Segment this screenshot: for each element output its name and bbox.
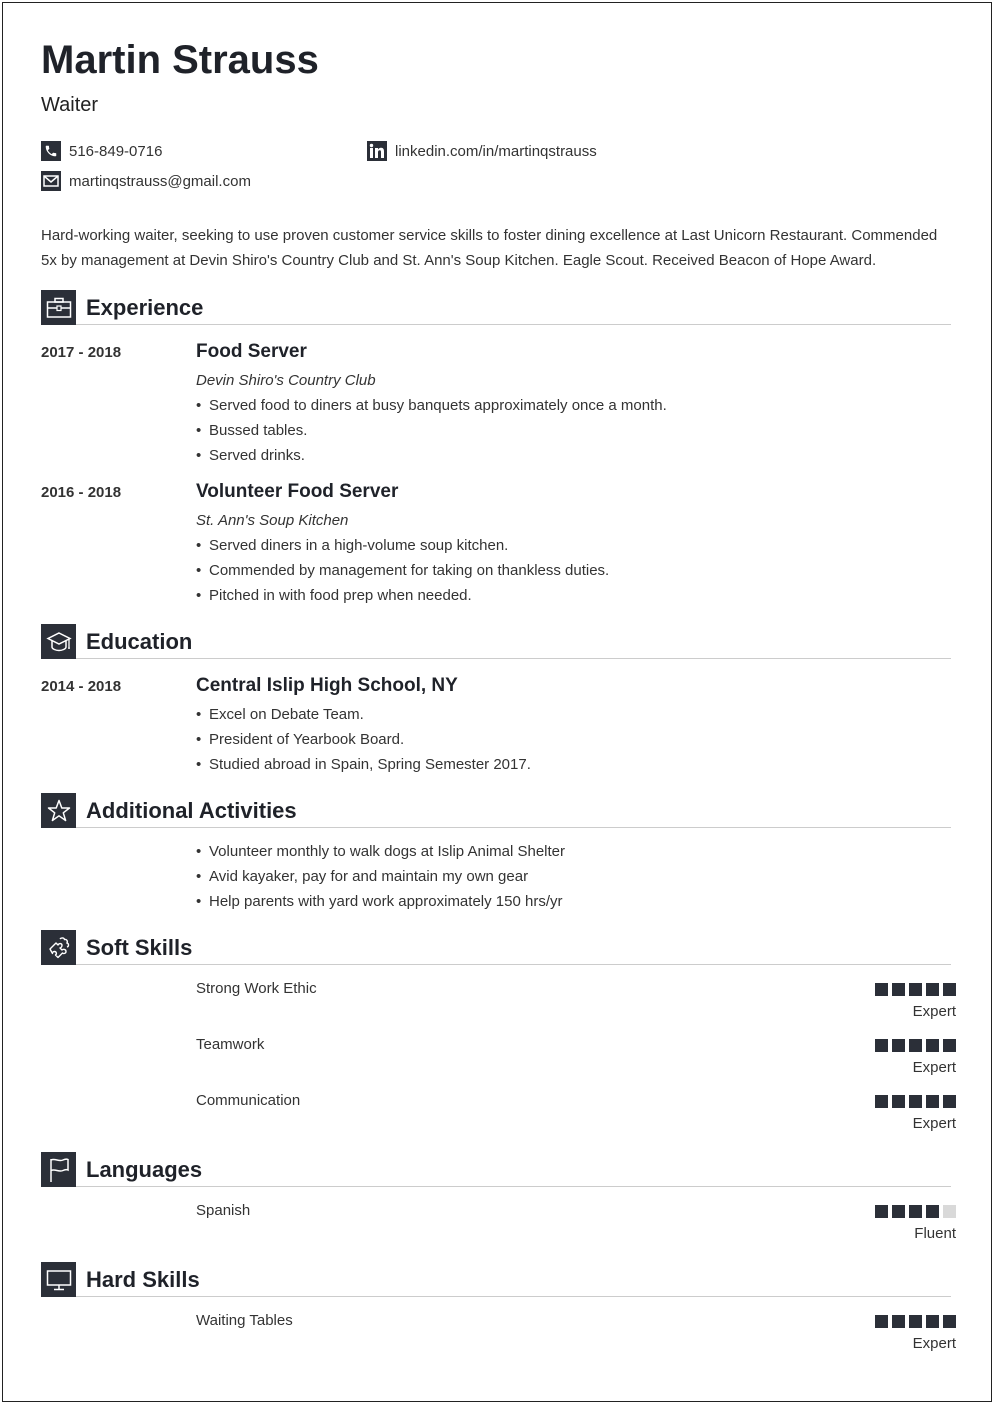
skill-level: Expert bbox=[912, 1003, 956, 1020]
edu-bullet: • President of Yearbook Board. bbox=[196, 731, 405, 748]
resume-page bbox=[2, 2, 992, 1402]
edu-bullet: • Excel on Debate Team. bbox=[196, 706, 364, 723]
briefcase-icon bbox=[41, 290, 76, 325]
rating-square-filled bbox=[943, 983, 956, 996]
section-soft-skills: Soft Skills bbox=[41, 930, 951, 966]
skill-name: Teamwork bbox=[196, 1036, 265, 1053]
section-title: Soft Skills bbox=[86, 935, 193, 960]
rating-square-filled bbox=[909, 1095, 922, 1108]
phone-icon bbox=[41, 141, 61, 161]
graduation-cap-icon bbox=[41, 624, 76, 659]
rating-square-filled bbox=[892, 1039, 905, 1052]
section-divider bbox=[76, 964, 951, 965]
section-title: Education bbox=[86, 629, 193, 654]
skill-rating bbox=[875, 983, 956, 996]
rating-square-filled bbox=[875, 1315, 888, 1328]
summary: Hard-working waiter, seeking to use prov… bbox=[41, 227, 938, 269]
section-activities: Additional Activities bbox=[41, 793, 951, 829]
candidate-title: Waiter bbox=[41, 94, 99, 116]
rating-square-filled bbox=[875, 1095, 888, 1108]
job-dates: 2016 - 2018 bbox=[41, 484, 122, 501]
linkedin-icon bbox=[367, 141, 387, 161]
job-org: St. Ann's Soup Kitchen bbox=[196, 512, 349, 529]
job-title: Food Server bbox=[196, 341, 307, 362]
rating-square-filled bbox=[909, 983, 922, 996]
section-title: Languages bbox=[86, 1157, 203, 1182]
puzzle-piece-icon bbox=[41, 930, 76, 965]
contact-linkedin: linkedin.com/in/martinqstrauss bbox=[367, 141, 597, 161]
section-experience: Experience bbox=[41, 290, 951, 326]
email-link[interactable]: martinqstrauss@gmail.com bbox=[69, 173, 251, 190]
linkedin-link[interactable]: linkedin.com/in/martinqstrauss bbox=[395, 143, 597, 160]
section-languages: Languages bbox=[41, 1152, 951, 1188]
star-icon bbox=[41, 793, 76, 828]
rating-square-filled bbox=[943, 1315, 956, 1328]
section-title: Experience bbox=[86, 295, 204, 320]
rating-square-filled bbox=[943, 1095, 956, 1108]
job-dates: 2017 - 2018 bbox=[41, 344, 122, 361]
rating-square-filled bbox=[926, 1039, 939, 1052]
rating-square-filled bbox=[926, 1095, 939, 1108]
rating-square-filled bbox=[875, 983, 888, 996]
section-title: Hard Skills bbox=[86, 1267, 200, 1292]
contact-phone: 516-849-0716 bbox=[41, 141, 162, 161]
candidate-name: Martin Strauss bbox=[41, 38, 319, 82]
rating-square-filled bbox=[892, 1315, 905, 1328]
skill-name: Communication bbox=[196, 1092, 301, 1109]
language-level: Fluent bbox=[914, 1225, 956, 1242]
section-education: Education bbox=[41, 624, 951, 660]
edu-bullet: • Studied abroad in Spain, Spring Semeste… bbox=[196, 756, 531, 773]
language-rating bbox=[875, 1205, 956, 1218]
rating-square-filled bbox=[926, 1315, 939, 1328]
rating-square-empty bbox=[943, 1205, 956, 1218]
rating-square-filled bbox=[892, 1095, 905, 1108]
skill-level: Expert bbox=[912, 1335, 956, 1352]
job-bullet: • Bussed tables. bbox=[196, 422, 308, 439]
skill-level: Expert bbox=[912, 1059, 956, 1076]
rating-square-filled bbox=[909, 1205, 922, 1218]
skill-name: Strong Work Ethic bbox=[196, 980, 317, 997]
school-name: Central Islip High School, NY bbox=[196, 675, 458, 696]
section-divider bbox=[76, 1296, 951, 1297]
skill-rating bbox=[875, 1039, 956, 1052]
rating-square-filled bbox=[892, 983, 905, 996]
language-name: Spanish bbox=[196, 1202, 251, 1219]
rating-square-filled bbox=[875, 1205, 888, 1218]
activity-item: • Help parents with yard work approximate… bbox=[196, 893, 563, 910]
section-divider bbox=[76, 324, 951, 325]
email-icon bbox=[41, 171, 61, 191]
monitor-icon bbox=[41, 1262, 76, 1297]
section-divider bbox=[76, 658, 951, 659]
rating-square-filled bbox=[943, 1039, 956, 1052]
activity-item: • Volunteer monthly to walk dogs at Islip… bbox=[196, 843, 566, 860]
activity-item: • Avid kayaker, pay for and maintain my o… bbox=[196, 868, 529, 885]
contact-email: martinqstrauss@gmail.com bbox=[41, 171, 251, 191]
phone-text: 516-849-0716 bbox=[69, 142, 163, 160]
job-bullet: • Commended by management for taking on t… bbox=[196, 562, 610, 579]
rating-square-filled bbox=[909, 1315, 922, 1328]
job-bullet: • Served drinks. bbox=[196, 447, 305, 464]
flag-icon bbox=[41, 1152, 76, 1187]
section-hard-skills: Hard Skills bbox=[41, 1262, 951, 1298]
section-divider bbox=[76, 1186, 951, 1187]
job-bullet: • Served diners in a high-volume soup kit… bbox=[196, 537, 509, 554]
rating-square-filled bbox=[909, 1039, 922, 1052]
skill-rating bbox=[875, 1095, 956, 1108]
section-divider bbox=[76, 827, 951, 828]
rating-square-filled bbox=[892, 1205, 905, 1218]
job-title: Volunteer Food Server bbox=[196, 481, 399, 502]
skill-rating bbox=[875, 1315, 956, 1328]
rating-square-filled bbox=[926, 1205, 939, 1218]
rating-square-filled bbox=[875, 1039, 888, 1052]
job-org: Devin Shiro's Country Club bbox=[196, 372, 376, 389]
skill-name: Waiting Tables bbox=[196, 1312, 293, 1329]
job-bullet: • Served food to diners at busy banquets … bbox=[196, 397, 667, 414]
section-title: Additional Activities bbox=[86, 798, 297, 823]
rating-square-filled bbox=[926, 983, 939, 996]
edu-dates: 2014 - 2018 bbox=[41, 678, 122, 695]
skill-level: Expert bbox=[912, 1115, 956, 1132]
job-bullet: • Pitched in with food prep when needed. bbox=[196, 587, 472, 604]
